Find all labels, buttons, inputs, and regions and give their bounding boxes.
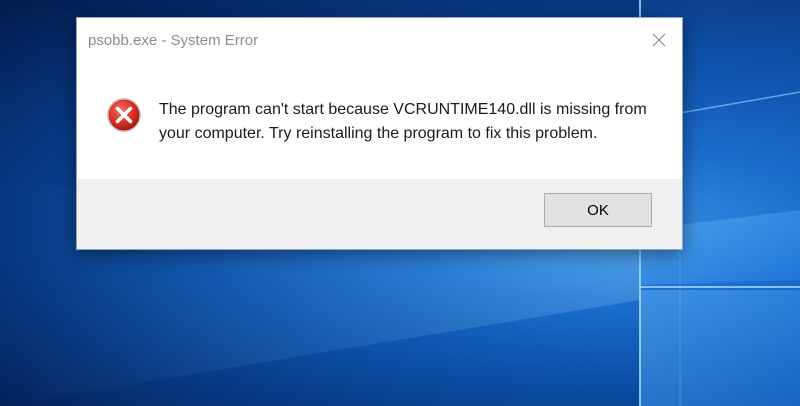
- ok-button-label: OK: [587, 201, 609, 219]
- dialog-titlebar[interactable]: psobb.exe - System Error: [77, 18, 682, 62]
- dialog-title: psobb.exe - System Error: [88, 32, 259, 49]
- dialog-footer: OK: [77, 179, 682, 249]
- error-icon: [107, 98, 141, 132]
- close-button[interactable]: [636, 18, 682, 62]
- error-message: The program can't start because VCRUNTIM…: [159, 98, 664, 146]
- error-message-line-1: The program can't start because VCRUNTIM…: [159, 101, 647, 118]
- error-message-line-2: your computer. Try reinstalling the prog…: [159, 125, 598, 142]
- close-icon: [652, 33, 666, 47]
- ok-button[interactable]: OK: [544, 193, 652, 227]
- system-error-dialog: psobb.exe - System Error The program can…: [76, 17, 683, 250]
